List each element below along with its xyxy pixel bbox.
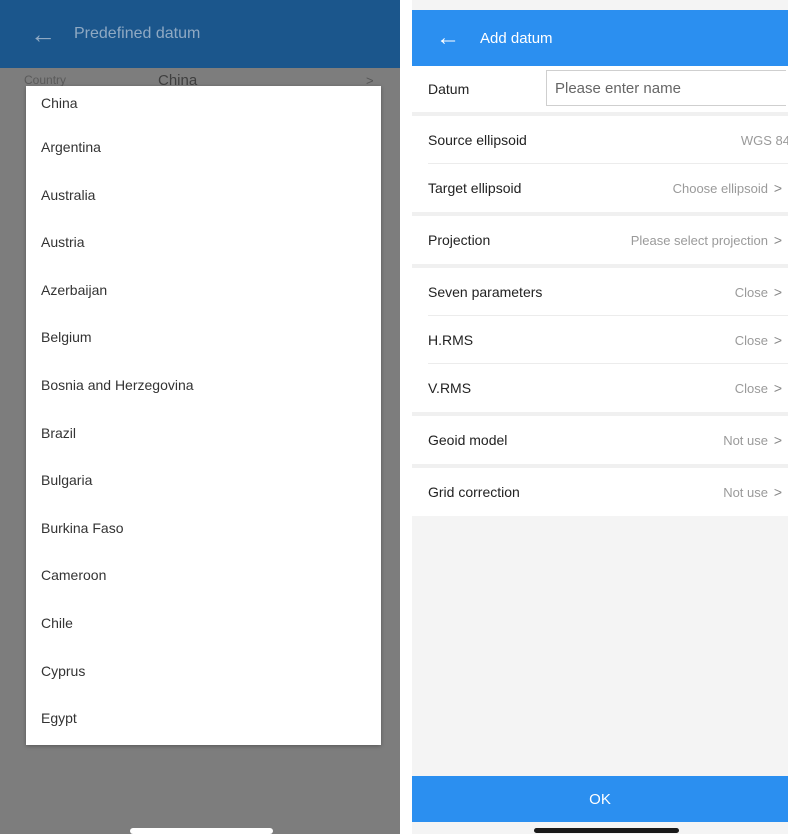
seven-parameters-row[interactable]: Seven parameters Close >	[412, 268, 788, 316]
h-rms-label: H.RMS	[428, 332, 474, 348]
projection-value: Please select projection	[630, 232, 768, 248]
v-rms-row[interactable]: V.RMS Close >	[412, 364, 788, 412]
country-option-australia[interactable]: Australia	[26, 172, 381, 220]
back-arrow-icon[interactable]: ←	[30, 21, 70, 47]
country-option-egypt[interactable]: Egypt	[26, 695, 381, 743]
chevron-right-icon: >	[773, 284, 782, 300]
country-option-bulgaria[interactable]: Bulgaria	[26, 457, 381, 505]
app-bar: ← Predefined datum	[0, 0, 400, 68]
country-option-china[interactable]: China	[26, 86, 381, 116]
back-arrow-icon[interactable]: ←	[436, 26, 480, 50]
app-bar: ← Add datum	[412, 10, 788, 66]
country-picker-dialog: China Argentina Australia Austria Azerba…	[26, 86, 381, 745]
seven-parameters-label: Seven parameters	[428, 284, 543, 300]
country-option-cameroon[interactable]: Cameroon	[26, 552, 381, 600]
target-ellipsoid-row[interactable]: Target ellipsoid Choose ellipsoid >	[412, 164, 788, 212]
add-datum-screen: ← Add datum Datum Source ellipsoid WGS 8…	[412, 0, 788, 834]
target-ellipsoid-value: Choose ellipsoid	[672, 180, 768, 196]
home-indicator[interactable]	[130, 828, 273, 834]
country-option-argentina[interactable]: Argentina	[26, 124, 381, 172]
country-option-brazil[interactable]: Brazil	[26, 410, 381, 458]
v-rms-value: Close	[734, 380, 768, 396]
projection-label: Projection	[428, 232, 491, 248]
datum-label: Datum	[428, 81, 470, 97]
country-option-chile[interactable]: Chile	[26, 600, 381, 648]
chevron-right-icon: >	[773, 180, 782, 196]
grid-correction-value: Not use	[723, 484, 768, 500]
datum-name-row: Datum	[412, 66, 788, 112]
datum-settings-list: Datum Source ellipsoid WGS 84 Target ell…	[412, 66, 788, 516]
target-ellipsoid-label: Target ellipsoid	[428, 180, 522, 196]
v-rms-label: V.RMS	[428, 380, 472, 396]
grid-correction-row[interactable]: Grid correction Not use >	[412, 468, 788, 516]
country-option-belgium[interactable]: Belgium	[26, 314, 381, 362]
home-indicator[interactable]	[534, 828, 679, 833]
country-option-burkina-faso[interactable]: Burkina Faso	[26, 505, 381, 553]
page-title: Add datum	[480, 29, 553, 47]
chevron-right-icon: >	[773, 484, 782, 500]
page-title: Predefined datum	[74, 25, 201, 42]
ok-button-label: OK	[589, 790, 611, 808]
seven-parameters-value: Close	[734, 284, 768, 300]
geoid-model-value: Not use	[723, 432, 768, 448]
geoid-model-label: Geoid model	[428, 432, 508, 448]
country-option-austria[interactable]: Austria	[26, 219, 381, 267]
chevron-right-icon: >	[773, 380, 782, 396]
chevron-right-icon: >	[773, 432, 782, 448]
geoid-model-row[interactable]: Geoid model Not use >	[412, 416, 788, 464]
source-ellipsoid-label: Source ellipsoid	[428, 132, 527, 148]
chevron-right-icon: >	[773, 232, 782, 248]
chevron-right-icon: >	[773, 332, 782, 348]
h-rms-value: Close	[734, 332, 768, 348]
datum-name-input[interactable]	[546, 70, 786, 106]
country-label: Country	[24, 73, 67, 87]
source-ellipsoid-row: Source ellipsoid WGS 84	[412, 116, 788, 164]
grid-correction-label: Grid correction	[428, 484, 520, 500]
projection-row[interactable]: Projection Please select projection >	[412, 216, 788, 264]
ok-button[interactable]: OK	[412, 776, 788, 822]
h-rms-row[interactable]: H.RMS Close >	[412, 316, 788, 364]
country-option-cyprus[interactable]: Cyprus	[26, 648, 381, 696]
source-ellipsoid-value: WGS 84	[740, 132, 788, 148]
predefined-datum-screen: ← Predefined datum Country China > China…	[0, 0, 400, 834]
country-option-azerbaijan[interactable]: Azerbaijan	[26, 267, 381, 315]
country-option-bosnia-and-herzegovina[interactable]: Bosnia and Herzegovina	[26, 362, 381, 410]
